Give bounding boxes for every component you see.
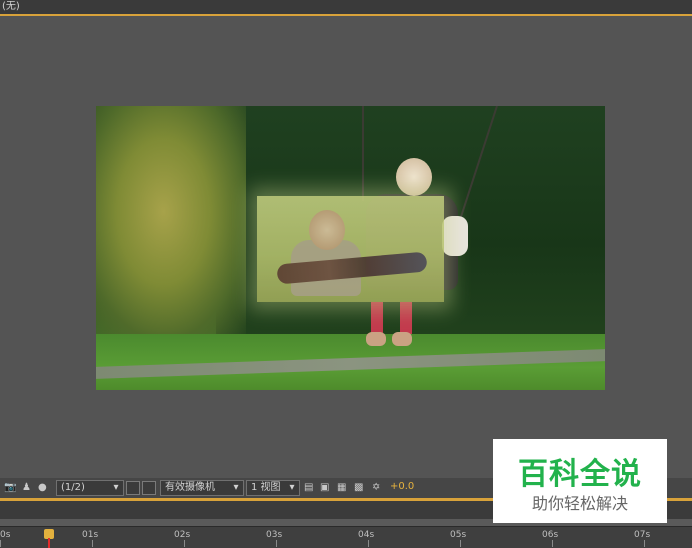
chevron-down-icon: ▾ <box>233 482 239 493</box>
timeline-tickline <box>644 540 645 547</box>
background-tree <box>96 106 246 341</box>
top-bar: (无) <box>0 0 692 16</box>
watermark-subtitle: 助你轻松解决 <box>531 494 628 513</box>
child-shoe-right <box>392 332 412 346</box>
timeline-tickline <box>368 540 369 547</box>
flow-icon[interactable]: ✡ <box>372 481 380 495</box>
layout-icon[interactable]: ▤ <box>304 481 313 495</box>
timeline-tick-label: 05s <box>450 530 467 540</box>
timeline-tickline <box>0 540 1 547</box>
preview-icon[interactable]: ▣ <box>320 481 329 495</box>
swing-chain-left <box>362 106 364 201</box>
child-shoe-left <box>366 332 386 346</box>
top-bar-label: (无) <box>2 1 20 12</box>
chevron-down-icon: ▾ <box>289 482 295 493</box>
timeline-ruler[interactable]: 0s 01s 02s 03s 04s 05s 06s 07s <box>0 519 692 548</box>
child-sleeve <box>442 216 468 256</box>
hierarchy-icon[interactable]: ▩ <box>354 481 363 495</box>
child-leg-left <box>371 302 383 334</box>
color-channels-icon[interactable]: ● <box>38 481 47 495</box>
timeline-tickline <box>184 540 185 547</box>
timeline-tick-label: 02s <box>174 530 191 540</box>
camera-dropdown[interactable]: 有效摄像机 ▾ <box>160 480 244 496</box>
view-layout-dropdown[interactable]: 1 视图 ▾ <box>246 480 300 496</box>
grid-icon[interactable]: ▦ <box>337 481 346 495</box>
timeline-tick-label: 04s <box>358 530 375 540</box>
child-head <box>396 158 432 196</box>
view-layout-value: 1 视图 <box>251 482 281 493</box>
timeline-tick-label: 07s <box>634 530 651 540</box>
person-icon[interactable]: ♟ <box>22 481 31 495</box>
overlay-person-head <box>309 210 345 250</box>
watermark-title: 百科全说 <box>518 457 642 492</box>
resolution-dropdown[interactable]: (1/2) ▾ <box>56 480 124 496</box>
timeline-tick-label: 01s <box>82 530 99 540</box>
camera-icon[interactable]: 📷 <box>4 481 16 495</box>
exposure-value[interactable]: +0.0 <box>390 481 414 492</box>
camera-value: 有效摄像机 <box>165 482 215 493</box>
playhead-line[interactable] <box>48 538 50 548</box>
timeline-tickline <box>460 540 461 547</box>
region-of-interest-button[interactable] <box>126 481 140 495</box>
resolution-value: (1/2) <box>61 482 85 493</box>
child-leg-right <box>400 302 412 334</box>
timeline-tick-label: 03s <box>266 530 283 540</box>
overlay-layer[interactable] <box>257 196 444 302</box>
timeline-tick-label: 0s <box>0 530 11 540</box>
timeline-tickline <box>276 540 277 547</box>
timeline-tickline <box>92 540 93 547</box>
composition-frame[interactable] <box>96 106 605 390</box>
transparency-grid-button[interactable] <box>142 481 156 495</box>
watermark: 百科全说 助你轻松解决 <box>493 439 667 523</box>
timeline-tick-label: 06s <box>542 530 559 540</box>
chevron-down-icon: ▾ <box>113 482 119 493</box>
timeline-tickline <box>552 540 553 547</box>
